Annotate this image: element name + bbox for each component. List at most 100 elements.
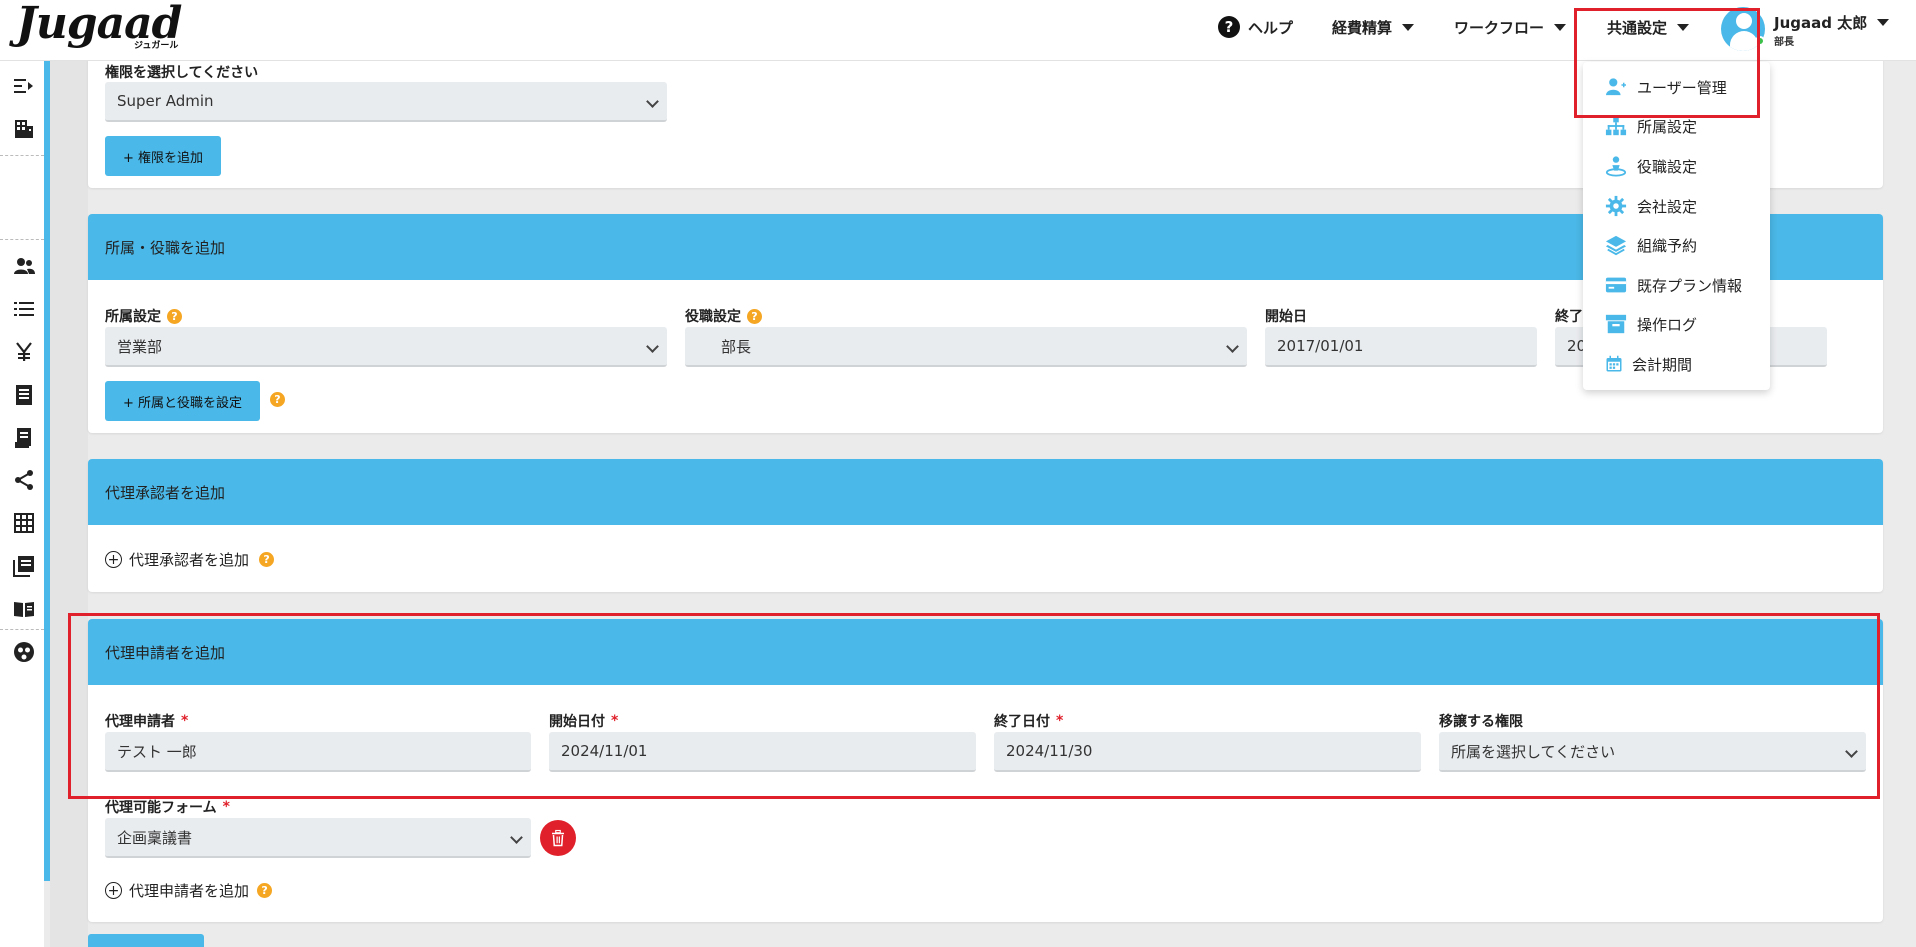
online-status-dot xyxy=(1755,36,1765,46)
applicant-input[interactable]: テスト 一郎 xyxy=(105,732,531,772)
permission-value: Super Admin xyxy=(117,92,214,110)
menu-item-label: 会社設定 xyxy=(1637,197,1698,216)
menu-item-company[interactable]: 会社設定 xyxy=(1605,195,1697,217)
applicant-end-value: 2024/11/30 xyxy=(1006,742,1093,760)
left-sidebar xyxy=(0,61,44,947)
start-date-label: 開始日 xyxy=(1265,309,1307,325)
building-icon[interactable] xyxy=(12,117,36,141)
user-add-icon xyxy=(1605,76,1627,98)
role-value: 部長 xyxy=(721,337,752,356)
form-label-text: 代理可能フォーム xyxy=(105,800,217,816)
required-mark: * xyxy=(1056,713,1064,729)
add-approver-link[interactable]: + 代理承認者を追加 ? xyxy=(105,549,275,570)
document-icon[interactable] xyxy=(12,383,36,407)
manual-book-icon[interactable] xyxy=(12,597,36,621)
jugaad-logo[interactable]: Jugaad ジュガール xyxy=(16,0,182,51)
start-date-value: 2017/01/01 xyxy=(1277,337,1364,355)
nav-help-label: ヘルプ xyxy=(1248,18,1294,37)
layers-icon xyxy=(1605,234,1627,256)
add-applicant-label: 代理申請者を追加 xyxy=(129,882,250,900)
transfer-permission-select[interactable]: 所属を選択してください xyxy=(1439,732,1866,772)
start-date-input[interactable]: 2017/01/01 xyxy=(1265,327,1537,367)
help-icon[interactable]: ? xyxy=(257,883,273,898)
help-icon[interactable]: ? xyxy=(747,308,762,324)
transfer-permission-value: 所属を選択してください xyxy=(1451,742,1616,761)
required-mark: * xyxy=(181,713,189,729)
role-label-text: 役職設定 xyxy=(685,309,741,325)
nav-expense-label: 経費精算 xyxy=(1332,18,1393,37)
plus-circle-icon: + xyxy=(105,551,122,568)
logo-subtext: ジュガール xyxy=(134,41,179,51)
user-role: 部長 xyxy=(1774,37,1794,48)
menu-item-label: 既存プラン情報 xyxy=(1637,276,1743,295)
applicant-value: テスト 一郎 xyxy=(117,742,197,761)
table-grid-icon[interactable] xyxy=(12,511,36,535)
role-select[interactable]: 部長 xyxy=(685,327,1247,367)
calendar-icon xyxy=(1605,353,1623,375)
caret-down-icon xyxy=(1877,19,1890,26)
applicant-end-label-text: 終了日付 xyxy=(994,714,1050,730)
help-icon[interactable]: ? xyxy=(270,392,285,407)
nav-expense[interactable]: 経費精算 xyxy=(1332,14,1415,40)
help-icon[interactable]: ? xyxy=(259,552,275,567)
set-affiliation-button[interactable]: + 所属と役職を設定 xyxy=(105,381,261,421)
support-icon[interactable] xyxy=(12,640,36,664)
approver-panel: 代理承認者を追加 + 代理承認者を追加 ? xyxy=(88,459,1883,592)
dept-select[interactable]: 営業部 xyxy=(105,327,667,367)
list-icon[interactable] xyxy=(12,297,36,321)
required-mark: * xyxy=(611,713,619,729)
nav-workflow[interactable]: ワークフロー xyxy=(1454,14,1567,40)
archive-icon xyxy=(1605,313,1627,335)
applicant-start-input[interactable]: 2024/11/01 xyxy=(549,732,976,772)
menu-item-label: 操作ログ xyxy=(1637,315,1698,334)
collapse-menu-icon[interactable] xyxy=(12,74,36,98)
nav-common-label: 共通設定 xyxy=(1607,18,1668,37)
credit-card-icon xyxy=(1605,274,1627,296)
menu-item-label: 会計期間 xyxy=(1632,355,1693,374)
permission-select[interactable]: Super Admin xyxy=(105,82,667,122)
menu-item-position[interactable]: 役職設定 xyxy=(1605,155,1697,177)
nav-workflow-label: ワークフロー xyxy=(1454,18,1545,37)
menu-item-operation-log[interactable]: 操作ログ xyxy=(1605,313,1697,335)
menu-item-fiscal-period[interactable]: 会計期間 xyxy=(1605,353,1692,375)
menu-item-label: ユーザー管理 xyxy=(1637,78,1727,97)
menu-item-org-reservation[interactable]: 組織予約 xyxy=(1605,234,1697,256)
nav-common-settings[interactable]: 共通設定 xyxy=(1607,14,1690,40)
user-menu[interactable]: Jugaad 太郎 xyxy=(1774,12,1890,33)
user-name: Jugaad 太郎 xyxy=(1774,14,1868,32)
form-label: 代理可能フォーム * xyxy=(105,797,230,817)
permission-label: 権限を選択してください xyxy=(105,65,259,81)
share-icon[interactable] xyxy=(12,468,36,492)
end-date-label: 終了 xyxy=(1555,309,1583,325)
menu-item-plan-info[interactable]: 既存プラン情報 xyxy=(1605,274,1742,296)
help-icon: ? xyxy=(1218,16,1240,38)
add-applicant-link[interactable]: + 代理申請者を追加 ? xyxy=(105,880,273,901)
applicant-label-text: 代理申請者 xyxy=(105,714,175,730)
dept-label: 所属設定 ? xyxy=(105,306,182,326)
menu-item-label: 組織予約 xyxy=(1637,236,1698,255)
delete-form-button[interactable] xyxy=(540,820,576,856)
applicant-start-value: 2024/11/01 xyxy=(561,742,648,760)
gear-icon xyxy=(1605,195,1627,217)
plus-circle-icon: + xyxy=(105,882,122,899)
add-permission-button[interactable]: + 権限を追加 xyxy=(105,136,222,176)
users-icon[interactable] xyxy=(12,254,36,278)
caret-down-icon xyxy=(1402,23,1415,31)
menu-item-user-management[interactable]: ユーザー管理 xyxy=(1605,76,1727,98)
role-label: 役職設定 ? xyxy=(685,306,762,326)
save-button[interactable] xyxy=(88,934,204,947)
applicant-end-input[interactable]: 2024/11/30 xyxy=(994,732,1421,772)
help-icon[interactable]: ? xyxy=(167,308,182,324)
applicant-panel-title: 代理申請者を追加 xyxy=(88,619,1883,685)
receipt-icon[interactable] xyxy=(12,426,36,450)
menu-item-affiliation[interactable]: 所属設定 xyxy=(1605,115,1697,137)
nav-help[interactable]: ? ヘルプ xyxy=(1218,14,1293,40)
common-settings-dropdown: ユーザー管理 所属設定 役職設定 会社設定 組織予約 既存プラン情報 操作ログ … xyxy=(1583,62,1770,390)
form-select[interactable]: 企画稟議書 xyxy=(105,818,531,858)
library-icon[interactable] xyxy=(12,554,36,578)
position-icon xyxy=(1605,155,1627,177)
sidebar-gutter xyxy=(50,61,88,947)
dept-label-text: 所属設定 xyxy=(105,309,161,325)
caret-down-icon xyxy=(1677,23,1690,31)
yen-icon[interactable] xyxy=(12,340,36,364)
